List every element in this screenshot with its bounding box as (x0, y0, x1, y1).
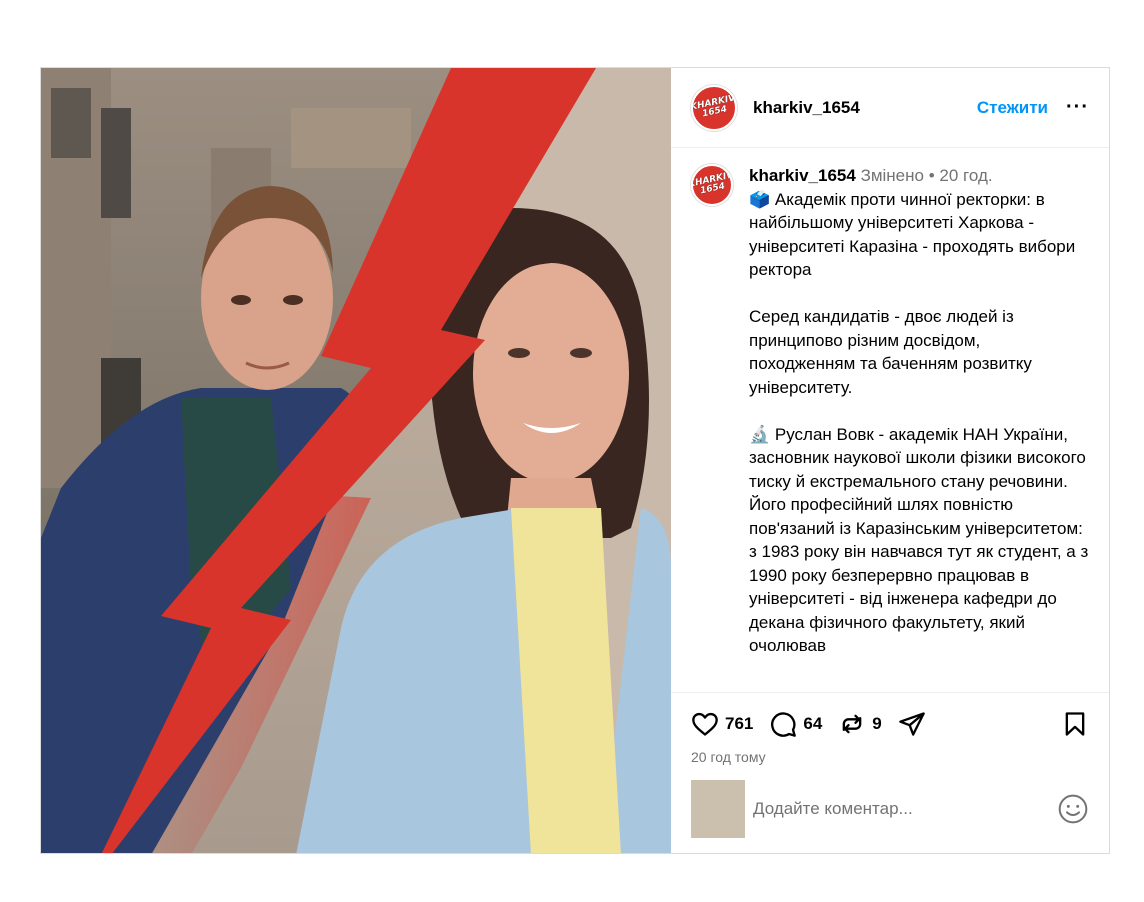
user-avatar-placeholder (691, 780, 745, 838)
repost-button[interactable] (838, 710, 866, 738)
bookmark-icon (1065, 712, 1085, 736)
caption-paragraph-2: Серед кандидатів - двоє людей із принцип… (749, 307, 1037, 397)
caption-avatar[interactable]: KHARKIV 1654 (691, 164, 733, 206)
caption-paragraph-1: 🗳️ Академік проти чинної ректорки: в най… (749, 188, 1089, 282)
likes-count[interactable]: 761 (725, 714, 753, 734)
share-button[interactable] (898, 710, 926, 738)
heart-icon (692, 712, 718, 736)
save-button[interactable] (1061, 710, 1089, 738)
edited-label: Змінено (860, 166, 924, 185)
caption-text: kharkiv_1654 Змінено • 20 год. 🗳️ Академ… (749, 164, 1089, 692)
more-options-icon[interactable]: ··· (1066, 96, 1089, 119)
caption-area: KHARKIV 1654 kharkiv_1654 Змінено • 20 г… (671, 148, 1109, 692)
share-icon (898, 712, 925, 736)
follow-button[interactable]: Стежити (977, 98, 1048, 118)
comment-icon (771, 712, 797, 737)
microscope-icon: 🔬 (749, 424, 771, 444)
caption-paragraph-3-text: Руслан Вовк - академік НАН України, засн… (749, 424, 1094, 656)
caption-header: kharkiv_1654 Змінено • 20 год. (749, 164, 1089, 188)
comment-button[interactable] (769, 710, 797, 738)
avatar-logo-text: KHARKIV 1654 (691, 170, 733, 197)
repost-icon (842, 714, 862, 734)
comment-input[interactable] (751, 798, 1057, 820)
dot-separator: • (928, 166, 935, 185)
author-username[interactable]: kharkiv_1654 (753, 98, 860, 118)
action-icons: 761 64 9 (691, 707, 1089, 741)
caption-time: 20 год. (939, 166, 993, 185)
post-card: KHARKIV 1654 kharkiv_1654 Стежити ··· KH… (40, 67, 1110, 854)
caption-paragraph-3: 🔬 Руслан Вовк - академік НАН України, за… (749, 423, 1089, 658)
action-bar: 761 64 9 20 год тому (671, 692, 1109, 765)
post-time-ago[interactable]: 20 год тому (691, 749, 1089, 765)
like-button[interactable] (691, 710, 719, 738)
comment-bar (671, 765, 1109, 853)
post-header: KHARKIV 1654 kharkiv_1654 Стежити ··· (671, 68, 1109, 148)
emoji-icon (1058, 794, 1088, 824)
caption-username[interactable]: kharkiv_1654 (749, 166, 856, 185)
post-sidebar: KHARKIV 1654 kharkiv_1654 Стежити ··· KH… (671, 68, 1109, 853)
comments-count[interactable]: 64 (803, 714, 822, 734)
avatar-logo-text: KHARKIV 1654 (691, 92, 737, 119)
post-image[interactable] (41, 68, 671, 853)
caption-paragraph-1-text: Академік проти чинної ректорки: в найбіл… (749, 189, 1080, 280)
reposts-count[interactable]: 9 (872, 714, 881, 734)
post-photo-illustration (41, 68, 671, 853)
emoji-picker-button[interactable] (1057, 793, 1089, 825)
ballot-box-icon: 🗳️ (749, 189, 771, 209)
author-avatar[interactable]: KHARKIV 1654 (691, 84, 737, 131)
